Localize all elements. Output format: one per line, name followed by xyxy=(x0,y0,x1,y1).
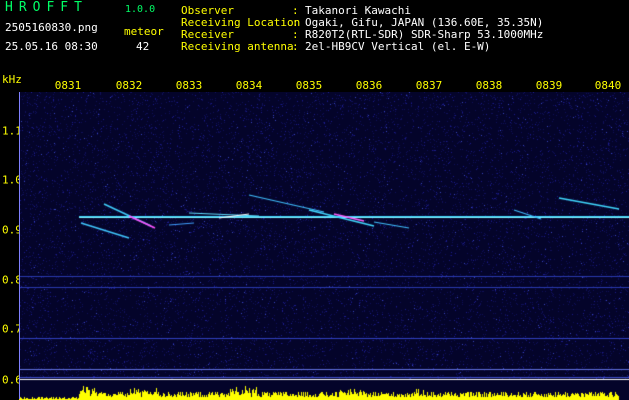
meteor-count: 42 xyxy=(136,40,150,53)
x-tick-label: 0837 xyxy=(415,79,443,92)
x-tick-label: 0839 xyxy=(535,79,563,92)
app-logo: HROFFT xyxy=(5,0,88,15)
x-tick-label: 0836 xyxy=(355,79,383,92)
x-tick-label: 0838 xyxy=(475,79,503,92)
info-value: 2el-HB9CV Vertical (el. E-W) xyxy=(305,40,491,53)
app-version: 1.0.0 xyxy=(125,4,156,15)
x-tick-label: 0840 xyxy=(594,79,622,92)
x-tick-label: 0833 xyxy=(175,79,203,92)
capture-datetime: 25.05.16 08:30 xyxy=(5,40,98,53)
file-name: 2505160830.png xyxy=(5,21,98,34)
x-tick-label: 0834 xyxy=(235,79,263,92)
meteor-label: meteor xyxy=(124,25,164,38)
info-separator: : xyxy=(292,40,299,53)
x-tick-label: 0832 xyxy=(115,79,143,92)
y-axis-unit: kHz xyxy=(2,73,22,86)
x-tick-label: 0831 xyxy=(54,79,82,92)
plot-frame xyxy=(19,92,629,399)
info-label: Receiving antenna xyxy=(181,40,294,53)
hrofft-window: HROFFT 1.0.0 2505160830.png meteor 25.05… xyxy=(0,0,629,400)
x-tick-label: 0835 xyxy=(295,79,323,92)
